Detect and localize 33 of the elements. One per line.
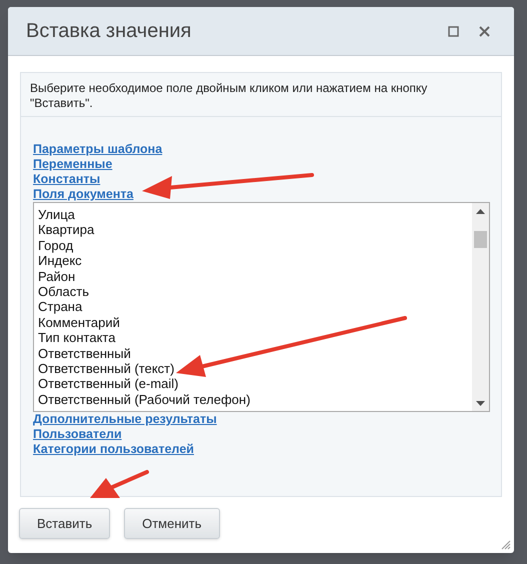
instruction-text: Выберите необходимое поле двойным кликом или нажатием на кнопку "Вставить". [30,81,428,111]
scroll-up-icon[interactable] [476,209,485,214]
section-link[interactable]: Дополнительные результаты [33,412,217,427]
list-option[interactable]: Ответственный (текст) [38,361,472,376]
scroll-thumb[interactable] [474,231,487,248]
insert-button[interactable]: Вставить [19,508,110,539]
window-title: Вставка значения [26,19,192,44]
field-listbox[interactable]: Улица Квартира Город Индекс Район Область Страна Комментарий Тип контакта Ответственный Ответственный (текст) Ответственный (e-mail) Ответственный (Рабочий телефон) [33,202,490,412]
list-option[interactable]: Город [38,238,472,254]
list-option[interactable]: Ответственный [38,346,472,362]
section-link[interactable]: Параметры шаблона [33,142,162,157]
list-option[interactable]: Страна [38,299,472,315]
section-link[interactable]: Поля документа [33,187,134,202]
list-option[interactable]: Район [38,268,472,284]
list-option[interactable]: Улица [38,207,472,222]
section-link[interactable]: Константы [33,172,100,187]
list-option[interactable]: Комментарий [38,314,472,330]
cancel-button[interactable]: Отменить [124,508,220,539]
section-link[interactable]: Переменные [33,157,112,172]
list-option[interactable]: Ответственный (e-mail) [38,376,472,392]
annotation-arrow [90,470,149,498]
list-option[interactable]: Квартира [38,222,472,238]
list-option[interactable]: Тип контакта [38,330,472,346]
list-option[interactable]: Индекс [38,253,472,269]
resize-grip-icon[interactable] [501,540,511,550]
list-option[interactable]: Область [38,284,472,300]
maximize-icon[interactable] [448,26,459,36]
section-link[interactable]: Категории пользователей [33,442,194,457]
close-icon[interactable] [479,26,490,36]
list-option[interactable]: Ответственный (Рабочий телефон) [38,392,472,408]
scroll-down-icon[interactable] [476,401,485,406]
section-link[interactable]: Пользователи [33,427,122,442]
scrollbar[interactable] [472,203,489,411]
